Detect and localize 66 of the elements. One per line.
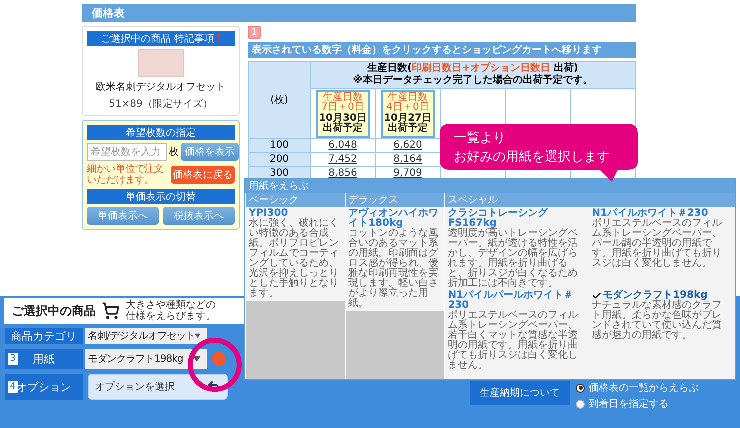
field-label: 4 オプション: [5, 374, 83, 400]
paper-description: 透明度が高いトレーシングペーパー。紙が透ける特性を活かし、デザインの幅を広げられます。用紙を折り曲げると、折りスジが白くなるため折加工には不向きです。: [448, 229, 580, 289]
callout-text: お好みの用紙を選択します: [454, 148, 610, 167]
callout-text: 一覧より: [454, 130, 507, 148]
unit-label: 枚: [169, 146, 179, 159]
card-title: ご選択中の商品 特記事項: [101, 32, 214, 46]
schedule-days: 7日＋0日: [322, 103, 364, 114]
schedule-days: 4日＋0日: [386, 103, 430, 114]
field-label: 3 用紙: [5, 349, 83, 369]
paper-description: コットンのような風合いのあるマット系の用紙。印刷面はグロス感が得られ、優雅な印刷再現性を実現します。軽い白さがより際立った用紙。: [348, 229, 440, 309]
dialog-title: 用紙をえらぶ: [245, 179, 735, 193]
paper-option[interactable]: モダンクラフト198kg: [592, 291, 732, 301]
section-description: 大きさや種類などの仕様をえらびます。: [126, 300, 217, 322]
quantity-header: (枚): [248, 62, 310, 138]
paper-option[interactable]: YPI300: [249, 209, 342, 219]
dropdown-arrow-icon: [193, 356, 201, 362]
paper-description: ポリエステルベースのフィルム系トレーシングペーパー、パール調の半透明の用紙です。用紙を折り曲げても折りスジは白く変化しません。: [592, 219, 724, 269]
radio-label: 価格表の一覧からえらぶ: [589, 382, 699, 395]
paper-description: ナチュラルな素材感のクラフト用紙。柔らかな色味がブレンドされていて使い込んだ質感が魅力の用紙です。: [592, 301, 724, 341]
ship-date: 10月30日: [319, 114, 367, 124]
paper-option[interactable]: N1パイルホワイト＃230: [592, 209, 732, 219]
quantity-input[interactable]: 希望枚数を入力: [87, 143, 167, 161]
info-bar: 表示されている数字（料金）をクリックするとショッピングカートへ移ります: [248, 42, 636, 58]
schedule-label: 生産日数: [388, 92, 428, 102]
schedule-card[interactable]: 生産日数 7日＋0日 10月30日 出荷予定: [316, 90, 370, 138]
heading-text: 生産日数(印刷日数日+オプション日数日 出荷): [366, 63, 580, 74]
dropdown-arrow-icon: [195, 333, 201, 339]
paper-option[interactable]: N1パイルパールホワイト＃230: [448, 291, 588, 311]
dropdown-select[interactable]: モダンクラフト198kg: [85, 349, 207, 369]
radio-button[interactable]: [576, 400, 585, 408]
step-number: 3: [8, 353, 18, 365]
step-badge: 1: [248, 26, 261, 39]
ship-date: 10月27日: [384, 114, 432, 124]
radio-button[interactable]: [576, 384, 585, 392]
paper-description: ポリエステルベースのフィルム系トレーシングペーパー、若干白くマットな質感な半透明の用紙です。用紙を折り曲げても折りスジは白く変化しません。: [448, 311, 580, 371]
photo-placeholder: [138, 49, 184, 77]
section-title: ご選択中の商品: [12, 302, 96, 320]
page-title: 価格表: [82, 4, 636, 22]
dropdown-select[interactable]: 名刺/デジタルオフセット: [85, 328, 207, 344]
card-title: 単価表示の切替: [87, 189, 235, 204]
column-heading: スペシャル: [445, 193, 735, 207]
return-arrow-icon: [207, 380, 221, 394]
alert-mark: !: [216, 33, 221, 44]
field-label: 商品カテゴリ: [5, 328, 83, 344]
product-size: 51×89（限定サイズ）: [109, 98, 213, 111]
heading-note: ※本日データチェック完了した場合の出荷予定です。: [352, 75, 594, 87]
paper-description: 水に強く、破れにくい特徴のある合成紙。ポリプロピレンフィルムでコーティングしているため、光沢を抑えしっとりとした手触りとなります。: [249, 219, 340, 299]
column-heading: デラックス: [346, 193, 444, 207]
option-button[interactable]: オプションを選択: [88, 374, 228, 400]
column-heading: ベーシック: [246, 193, 345, 207]
card-title: 希望枚数の指定: [87, 125, 235, 140]
ship-status: 出荷予定: [323, 124, 363, 134]
paper-option[interactable]: アヴィオンハイホワイト180kg: [348, 209, 442, 229]
ship-status: 出荷予定: [388, 124, 428, 134]
quantity-cell: 100: [248, 138, 310, 152]
schedule-card[interactable]: 生産日数 4日＋0日 10月27日 出荷予定: [381, 90, 435, 138]
schedule-label: 生産日数: [323, 92, 363, 102]
radio-label: 到着日を指定する: [589, 398, 669, 411]
quantity-cell: 200: [248, 152, 310, 166]
paper-option[interactable]: クラシコトレーシングFS167kg: [448, 209, 588, 229]
product-name: 欧米名刺デジタルオフセット: [96, 80, 226, 94]
delivery-info-button[interactable]: 生産納期について: [470, 381, 570, 405]
step-number: 4: [8, 381, 18, 393]
cart-icon: [102, 302, 120, 320]
check-icon: [592, 291, 602, 301]
order-note: 細かい単位で注文いただけます。: [87, 164, 165, 186]
